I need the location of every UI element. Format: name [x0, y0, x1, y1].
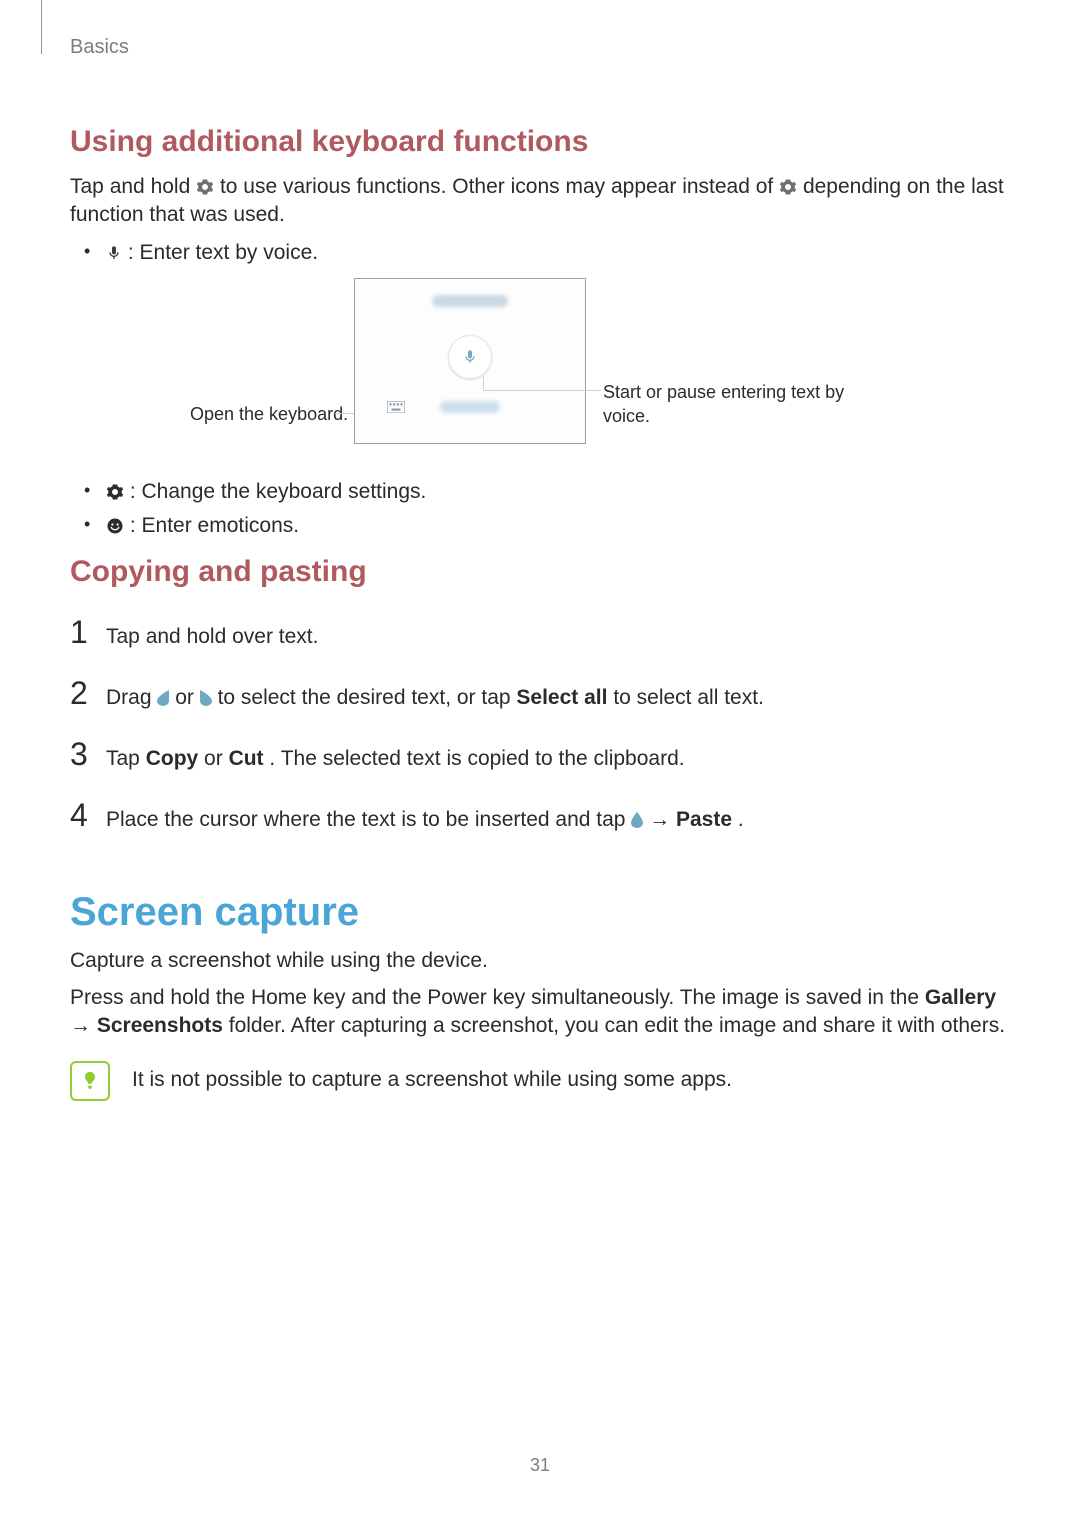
teardrop-left-icon [157, 686, 169, 702]
heading-copy-paste: Copying and pasting [70, 552, 1010, 593]
note-text: It is not possible to capture a screensh… [132, 1066, 1010, 1094]
step-text: Place the cursor where the text is to be… [106, 806, 1010, 834]
text: Tap [106, 747, 146, 770]
text: . The selected text is copied to the cli… [269, 747, 684, 770]
note-icon [70, 1061, 110, 1101]
text: Press and hold the Home key and the Powe… [70, 986, 925, 1009]
bold-select-all: Select all [516, 686, 607, 709]
gear-icon [196, 176, 214, 194]
content: Using additional keyboard functions Tap … [70, 0, 1010, 1101]
voice-input-figure: Open the keyboard. Start or pause enteri… [70, 278, 1010, 458]
header-rule [41, 0, 42, 54]
voice-input-panel [354, 278, 586, 444]
bold-gallery: Gallery [925, 986, 996, 1009]
bold-screenshots: Screenshots [97, 1014, 223, 1037]
step-text: Tap and hold over text. [106, 623, 1010, 651]
bold-copy: Copy [146, 747, 199, 770]
page: Basics Using additional keyboard functio… [0, 0, 1080, 1527]
step-text: Drag or to select the desired text, or t… [106, 684, 1010, 712]
callout-open-keyboard: Open the keyboard. [190, 402, 348, 426]
text: : Change the keyboard settings. [130, 480, 427, 503]
steps-list: 1 Tap and hold over text. 2 Drag or to s… [70, 611, 1010, 838]
keyboard-icon[interactable] [387, 401, 405, 413]
step-4: 4 Place the cursor where the text is to … [70, 794, 1010, 837]
tap-to-speak-blur [432, 295, 508, 307]
emoticon-icon [106, 514, 130, 537]
step-1: 1 Tap and hold over text. [70, 611, 1010, 654]
step-number: 2 [70, 672, 106, 715]
heading-screen-capture: Screen capture [70, 885, 1010, 939]
step-3: 3 Tap Copy or Cut . The selected text is… [70, 733, 1010, 776]
text: : Enter text by voice. [128, 241, 318, 264]
step-number: 4 [70, 794, 106, 837]
text: to select all text. [613, 686, 764, 709]
chapter-label: Basics [70, 34, 129, 61]
capture-p2: Press and hold the Home key and the Powe… [70, 984, 1010, 1041]
intro-paragraph: Tap and hold to use various functions. O… [70, 173, 1010, 230]
step-number: 3 [70, 733, 106, 776]
arrow: → [70, 1014, 97, 1037]
step-text: Tap Copy or Cut . The selected text is c… [106, 745, 1010, 773]
callout-line [483, 390, 601, 391]
text: to select the desired text, or tap [218, 686, 517, 709]
gear-icon [779, 176, 797, 194]
arrow: → [649, 808, 676, 831]
bullet-list-1: : Enter text by voice. [70, 239, 1010, 267]
mic-icon [106, 241, 128, 264]
bullet-voice: : Enter text by voice. [84, 239, 1010, 267]
bold-cut: Cut [229, 747, 264, 770]
text: or [204, 747, 229, 770]
teardrop-center-icon [631, 808, 643, 824]
text: Place the cursor where the text is to be… [106, 808, 631, 831]
step-2: 2 Drag or to select the desired text, or… [70, 672, 1010, 715]
capture-p1: Capture a screenshot while using the dev… [70, 947, 1010, 975]
mic-button[interactable] [448, 335, 492, 379]
teardrop-right-icon [200, 686, 212, 702]
heading-keyboard-functions: Using additional keyboard functions [70, 122, 1010, 163]
text: to use various functions. Other icons ma… [220, 175, 779, 198]
bullet-settings: : Change the keyboard settings. [84, 478, 1010, 506]
bullet-emoticons: : Enter emoticons. [84, 512, 1010, 540]
bullet-list-2: : Change the keyboard settings. : Enter … [70, 478, 1010, 541]
text: . [738, 808, 744, 831]
text: Tap and hold [70, 175, 196, 198]
page-number: 31 [0, 1453, 1080, 1477]
text: or [175, 686, 200, 709]
gear-icon [106, 480, 130, 503]
callout-voice-toggle: Start or pause entering text by voice. [603, 380, 863, 429]
bold-paste: Paste [676, 808, 732, 831]
step-number: 1 [70, 611, 106, 654]
note: It is not possible to capture a screensh… [70, 1061, 1010, 1101]
callout-line [483, 376, 484, 390]
google-blur [440, 401, 500, 413]
text: folder. After capturing a screenshot, yo… [229, 1014, 1005, 1037]
text: Drag [106, 686, 157, 709]
text: : Enter emoticons. [130, 514, 299, 537]
